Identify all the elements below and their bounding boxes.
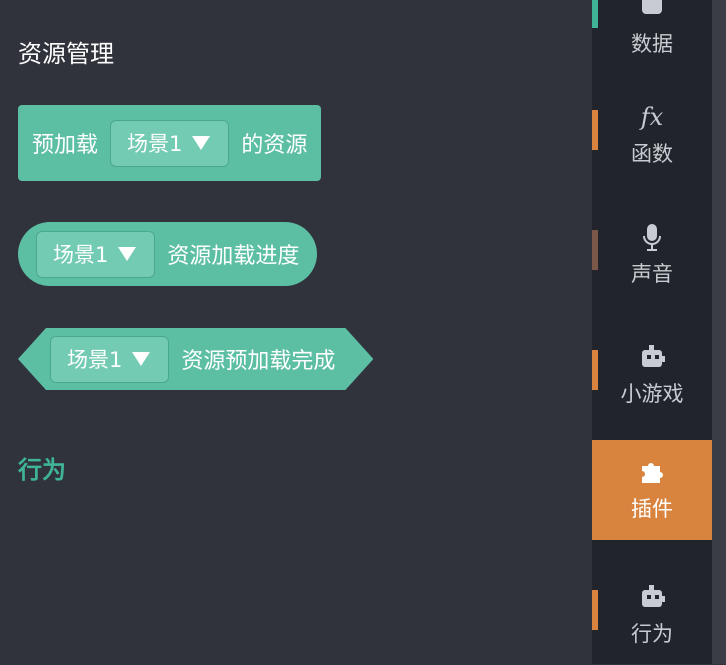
puzzle-icon [642, 463, 663, 483]
category-function[interactable]: fx 函数 [592, 85, 712, 185]
category-sidebar: 数据 fx 函数 声音 小游戏 插件 行为 [592, 0, 726, 664]
preload-resources-block[interactable]: 预加载 场景1 的资源 [18, 105, 322, 181]
category-behavior[interactable]: 行为 [592, 565, 712, 665]
block-text-suffix: 的资源 [241, 133, 308, 158]
section-title-behavior: 行为 [18, 456, 66, 484]
robot-icon [642, 345, 665, 367]
scene-dropdown-value: 场景1 [127, 132, 183, 156]
data-icon [642, 0, 662, 14]
category-marker [592, 110, 598, 150]
category-label: 声音 [631, 262, 673, 286]
dropdown-arrow-icon [116, 243, 138, 265]
category-label: 小游戏 [620, 382, 684, 406]
category-marker [592, 350, 598, 390]
dropdown-arrow-icon [130, 348, 152, 370]
category-mini-game[interactable]: 小游戏 [592, 325, 712, 425]
sidebar-scrollbar[interactable] [712, 0, 726, 664]
resource-load-progress-block[interactable]: 场景1 资源加载进度 [18, 222, 318, 286]
category-label: 数据 [631, 32, 673, 56]
microphone-icon [643, 224, 661, 251]
block-text-suffix: 资源预加载完成 [181, 349, 336, 374]
category-marker [592, 0, 598, 28]
dropdown-arrow-icon [190, 132, 212, 154]
category-marker [592, 590, 598, 630]
block-workspace: 资源管理 预加载 场景1 的资源 场景1 资源加载进度 场景1 资源预加载完成 … [0, 0, 592, 664]
resource-preload-complete-block[interactable]: 场景1 资源预加载完成 [18, 328, 373, 390]
category-plugin[interactable]: 插件 [592, 440, 712, 540]
category-marker [592, 230, 598, 270]
category-label: 行为 [631, 622, 673, 646]
block-text-prefix: 预加载 [32, 133, 99, 158]
category-sound[interactable]: 声音 [592, 205, 712, 305]
robot-icon [642, 585, 665, 607]
block-text-suffix: 资源加载进度 [167, 244, 300, 269]
category-label: 插件 [631, 497, 673, 521]
scene-dropdown-value: 场景1 [53, 243, 109, 267]
scene-dropdown[interactable]: 场景1 [110, 119, 230, 167]
category-data[interactable]: 数据 [592, 0, 712, 75]
scene-dropdown-value: 场景1 [67, 348, 123, 372]
category-label: 函数 [631, 142, 673, 166]
scene-dropdown[interactable]: 场景1 [50, 336, 169, 383]
scene-dropdown[interactable]: 场景1 [36, 230, 156, 278]
section-title-resource-management: 资源管理 [18, 40, 114, 68]
fx-icon: fx [640, 103, 664, 131]
